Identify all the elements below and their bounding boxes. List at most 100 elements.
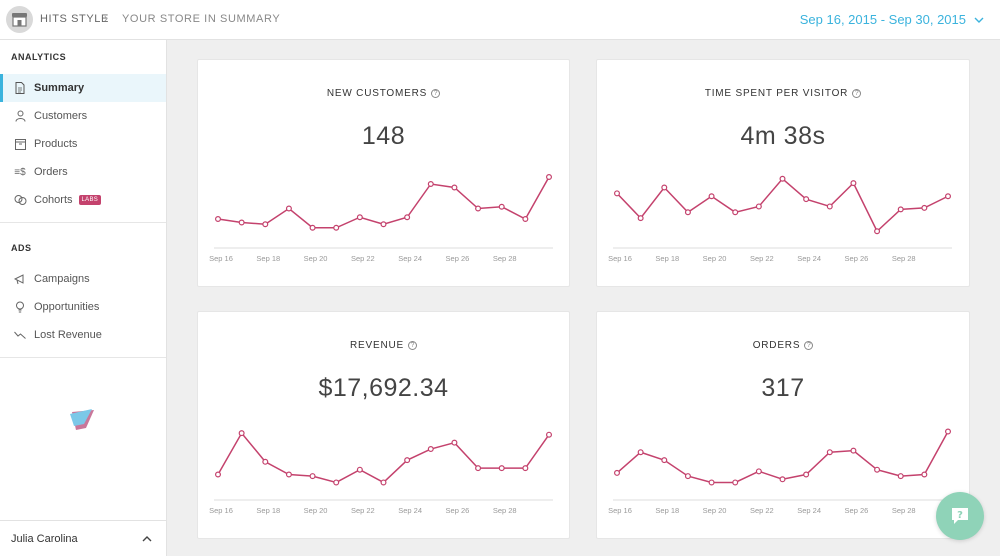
data-point[interactable]: [661, 457, 668, 464]
data-point[interactable]: [451, 184, 458, 191]
x-tick-label: Sep 28: [493, 254, 517, 263]
sidebar-item-opportunities[interactable]: Opportunities: [0, 293, 166, 321]
data-point[interactable]: [475, 205, 482, 212]
date-range-picker[interactable]: Sep 16, 2015 - Sep 30, 2015: [800, 12, 984, 27]
data-point[interactable]: [826, 203, 833, 210]
data-point[interactable]: [498, 203, 505, 210]
sidebar-item-cohorts[interactable]: Cohorts LABS: [0, 186, 166, 214]
data-point[interactable]: [546, 431, 553, 438]
x-tick-label: Sep 28: [493, 506, 517, 515]
data-point[interactable]: [874, 466, 881, 473]
sidebar-item-lost-revenue[interactable]: Lost Revenue: [0, 321, 166, 349]
data-point[interactable]: [522, 216, 529, 223]
person-icon: [13, 109, 27, 123]
data-point[interactable]: [945, 193, 952, 200]
sidebar-item-label: Cohorts: [34, 194, 73, 206]
sidebar-item-campaigns[interactable]: Campaigns: [0, 265, 166, 293]
sidebar-item-orders[interactable]: ≡$ Orders: [0, 158, 166, 186]
data-point[interactable]: [285, 205, 292, 212]
data-point[interactable]: [732, 479, 739, 486]
data-point[interactable]: [451, 439, 458, 446]
data-point[interactable]: [850, 447, 857, 454]
sidebar-item-products[interactable]: Products: [0, 130, 166, 158]
x-tick-label: Sep 20: [703, 254, 727, 263]
sidebar-item-summary[interactable]: Summary: [0, 74, 166, 102]
data-point[interactable]: [356, 214, 363, 221]
x-tick-label: Sep 26: [446, 254, 470, 263]
data-point[interactable]: [309, 224, 316, 231]
data-point[interactable]: [921, 204, 928, 211]
data-point[interactable]: [803, 196, 810, 203]
data-point[interactable]: [404, 457, 411, 464]
data-point[interactable]: [637, 449, 644, 456]
data-point[interactable]: [684, 473, 691, 480]
data-point[interactable]: [404, 214, 411, 221]
data-point[interactable]: [850, 180, 857, 187]
line-chart: Sep 16 Sep 18 Sep 20 Sep 22 Sep 24 Sep 26 Sep …: [209, 173, 553, 263]
top-bar: HITS STYLE › YOUR STORE IN SUMMARY Sep 1…: [0, 0, 1000, 40]
x-tick-label: Sep 24: [398, 254, 422, 263]
data-point[interactable]: [356, 466, 363, 473]
data-point[interactable]: [874, 228, 881, 235]
data-point[interactable]: [803, 471, 810, 478]
sidebar-item-customers[interactable]: Customers: [0, 102, 166, 130]
data-point[interactable]: [897, 473, 904, 480]
data-point[interactable]: [215, 216, 222, 223]
chat-icon: ?: [952, 508, 968, 524]
x-tick-label: Sep 18: [655, 506, 679, 515]
data-point[interactable]: [333, 479, 340, 486]
data-point[interactable]: [661, 184, 668, 191]
data-point[interactable]: [637, 215, 644, 222]
x-tick-label: Sep 18: [256, 506, 280, 515]
data-point[interactable]: [380, 479, 387, 486]
data-point[interactable]: [921, 471, 928, 478]
breadcrumb: YOUR STORE IN SUMMARY: [122, 13, 281, 25]
x-tick-label: Sep 16: [209, 506, 233, 515]
data-point[interactable]: [614, 190, 621, 197]
data-point[interactable]: [522, 465, 529, 472]
data-point[interactable]: [708, 193, 715, 200]
sidebar-item-label: Summary: [34, 82, 85, 94]
x-tick-label: Sep 26: [446, 506, 470, 515]
data-point[interactable]: [779, 175, 786, 182]
data-point[interactable]: [708, 479, 715, 486]
data-point[interactable]: [427, 180, 434, 187]
data-point[interactable]: [732, 209, 739, 216]
store-name[interactable]: HITS STYLE: [40, 13, 109, 25]
x-tick-label: Sep 18: [655, 254, 679, 263]
sidebar: ANALYTICS Summary Customers Products ≡$ …: [0, 40, 167, 556]
x-tick-label: Sep 16: [209, 254, 233, 263]
data-point[interactable]: [897, 206, 904, 213]
line-chart: Sep 16 Sep 18 Sep 20 Sep 22 Sep 24 Sep 26 Sep …: [608, 428, 952, 515]
x-tick-label: Sep 24: [398, 506, 422, 515]
data-point[interactable]: [262, 458, 269, 465]
data-point[interactable]: [614, 469, 621, 476]
data-point[interactable]: [826, 449, 833, 456]
user-menu[interactable]: Julia Carolina: [0, 520, 166, 556]
data-point[interactable]: [333, 224, 340, 231]
data-point[interactable]: [684, 209, 691, 216]
data-point[interactable]: [779, 476, 786, 483]
ads-section-title: ADS: [11, 243, 32, 253]
data-point[interactable]: [238, 430, 245, 437]
data-point[interactable]: [945, 428, 952, 435]
data-point[interactable]: [238, 219, 245, 226]
store-logo-icon[interactable]: [6, 6, 33, 33]
data-point[interactable]: [380, 221, 387, 228]
data-point[interactable]: [215, 471, 222, 478]
box-icon: [13, 137, 27, 151]
data-point[interactable]: [427, 446, 434, 453]
data-point[interactable]: [262, 221, 269, 228]
sidebar-divider: [0, 222, 166, 223]
data-point[interactable]: [755, 203, 762, 210]
chat-button[interactable]: ?: [936, 492, 984, 540]
data-point[interactable]: [475, 465, 482, 472]
data-point[interactable]: [546, 173, 553, 180]
brand-logo-icon: [70, 409, 94, 430]
data-point[interactable]: [498, 465, 505, 472]
sidebar-item-label: Customers: [34, 110, 88, 122]
data-point[interactable]: [285, 471, 292, 478]
x-tick-label: Sep 20: [703, 506, 727, 515]
data-point[interactable]: [309, 473, 316, 480]
data-point[interactable]: [755, 468, 762, 475]
